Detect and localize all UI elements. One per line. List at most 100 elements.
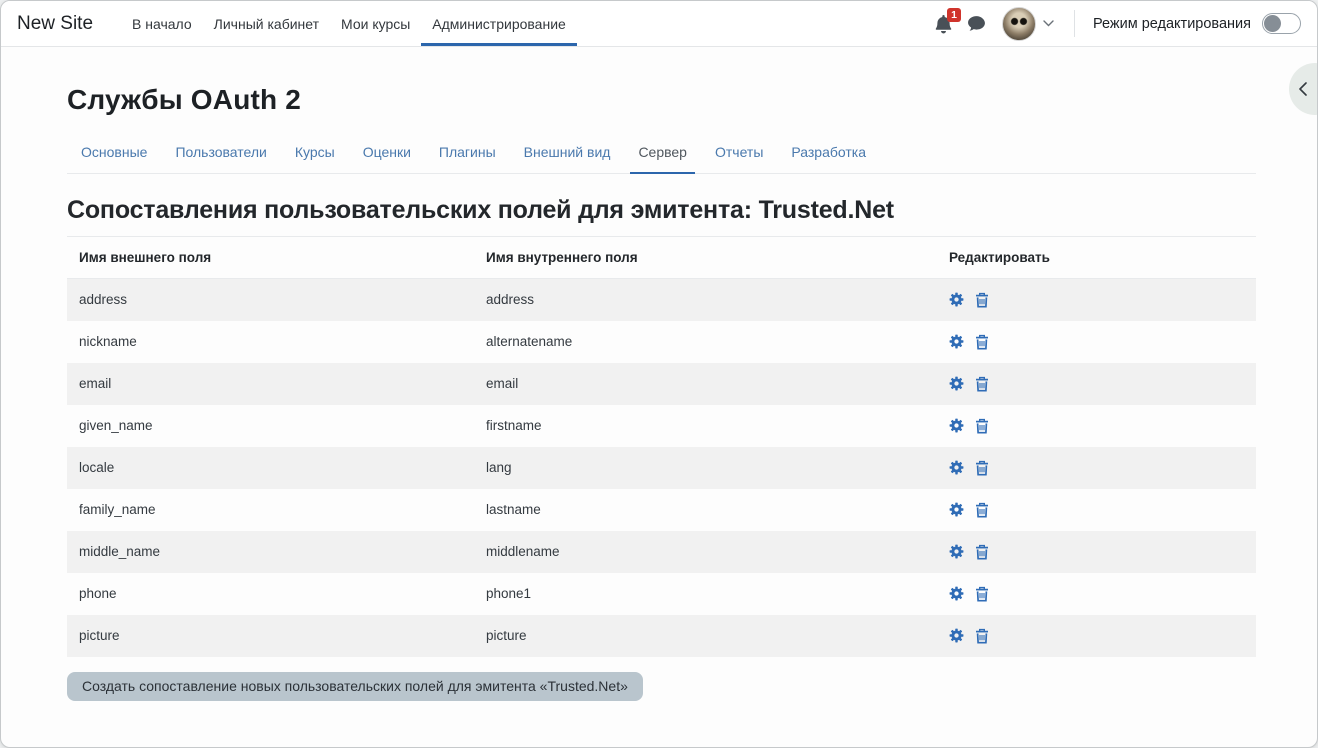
external-field-name: nickname — [67, 321, 474, 363]
create-mapping-button[interactable]: Создать сопоставление новых пользователь… — [67, 672, 643, 701]
edit-mapping-button[interactable] — [949, 628, 964, 643]
edit-mode-label: Режим редактирования — [1093, 16, 1251, 32]
row-actions — [949, 586, 1244, 602]
table-column-header: Имя внешнего поля — [67, 236, 474, 278]
trash-icon — [975, 460, 989, 476]
chevron-left-icon — [1298, 82, 1307, 96]
external-field-name: picture — [67, 615, 474, 657]
delete-mapping-button[interactable] — [975, 334, 989, 350]
external-field-name: phone — [67, 573, 474, 615]
section-heading: Сопоставления пользовательских полей для… — [67, 196, 1256, 225]
field-mapping-table: Имя внешнего поляИмя внутреннего поляРед… — [67, 236, 1256, 657]
nav-item-3[interactable]: Мои курсы — [330, 1, 421, 46]
row-actions — [949, 502, 1244, 518]
internal-field-name: address — [474, 278, 937, 321]
nav-item-1[interactable]: В начало — [121, 1, 203, 46]
nav-item-4[interactable]: Администрирование — [421, 1, 577, 46]
row-actions — [949, 460, 1244, 476]
gear-icon — [949, 334, 964, 349]
edit-mapping-button[interactable] — [949, 334, 964, 349]
table-row: middle_name middlename — [67, 531, 1256, 573]
tab-1[interactable]: Основные — [73, 144, 155, 174]
delete-mapping-button[interactable] — [975, 502, 989, 518]
edit-mapping-button[interactable] — [949, 502, 964, 517]
gear-icon — [949, 460, 964, 475]
edit-mapping-button[interactable] — [949, 586, 964, 601]
tab-5[interactable]: Плагины — [431, 144, 504, 174]
delete-mapping-button[interactable] — [975, 292, 989, 308]
table-row: phone phone1 — [67, 573, 1256, 615]
tab-8[interactable]: Отчеты — [707, 144, 771, 174]
navbar-right: 1 Режим редактирования — [934, 1, 1301, 46]
internal-field-name: lang — [474, 447, 937, 489]
internal-field-name: picture — [474, 615, 937, 657]
table-row: given_name firstname — [67, 405, 1256, 447]
row-actions — [949, 376, 1244, 392]
internal-field-name: alternatename — [474, 321, 937, 363]
table-column-header: Имя внутреннего поля — [474, 236, 937, 278]
table-header-row: Имя внешнего поляИмя внутреннего поляРед… — [67, 236, 1256, 278]
delete-mapping-button[interactable] — [975, 628, 989, 644]
edit-mode-control: Режим редактирования — [1093, 13, 1301, 34]
tab-9[interactable]: Разработка — [783, 144, 874, 174]
site-brand[interactable]: New Site — [17, 13, 93, 35]
delete-mapping-button[interactable] — [975, 586, 989, 602]
primary-nav: В началоЛичный кабинет Мои курсы Администр… — [121, 1, 577, 46]
table-row: family_name lastname — [67, 489, 1256, 531]
tab-7[interactable]: Сервер — [630, 144, 695, 174]
edit-mapping-button[interactable] — [949, 544, 964, 559]
row-actions — [949, 544, 1244, 560]
top-navbar: New Site В началоЛичный кабинет Мои курсы… — [1, 1, 1317, 47]
table-row: locale lang — [67, 447, 1256, 489]
notifications-button[interactable]: 1 — [934, 14, 953, 34]
edit-mapping-button[interactable] — [949, 376, 964, 391]
chevron-down-icon[interactable] — [1043, 20, 1054, 27]
trash-icon — [975, 628, 989, 644]
delete-mapping-button[interactable] — [975, 460, 989, 476]
gear-icon — [949, 376, 964, 391]
tab-3[interactable]: Курсы — [287, 144, 343, 174]
delete-mapping-button[interactable] — [975, 544, 989, 560]
external-field-name: email — [67, 363, 474, 405]
internal-field-name: middlename — [474, 531, 937, 573]
table-row: email email — [67, 363, 1256, 405]
gear-icon — [949, 544, 964, 559]
edit-mapping-button[interactable] — [949, 292, 964, 307]
trash-icon — [975, 292, 989, 308]
external-field-name: given_name — [67, 405, 474, 447]
internal-field-name: email — [474, 363, 937, 405]
notification-badge: 1 — [947, 8, 961, 23]
tab-2[interactable]: Пользователи — [167, 144, 274, 174]
chat-icon — [967, 15, 986, 33]
main-content: Службы OAuth 2 Основные Пользователи Курсы… — [1, 83, 1317, 701]
trash-icon — [975, 376, 989, 392]
gear-icon — [949, 628, 964, 643]
trash-icon — [975, 586, 989, 602]
nav-item-2[interactable]: Личный кабинет — [203, 1, 330, 46]
navbar-divider — [1074, 10, 1075, 37]
admin-tabs: Основные Пользователи Курсы Оценки Плагины Вн… — [67, 144, 1256, 174]
external-field-name: middle_name — [67, 531, 474, 573]
messages-button[interactable] — [967, 15, 986, 33]
trash-icon — [975, 334, 989, 350]
row-actions — [949, 418, 1244, 434]
delete-mapping-button[interactable] — [975, 376, 989, 392]
gear-icon — [949, 292, 964, 307]
tab-6[interactable]: Внешний вид — [516, 144, 619, 174]
delete-mapping-button[interactable] — [975, 418, 989, 434]
edit-mode-toggle[interactable] — [1262, 13, 1301, 34]
table-row: picture picture — [67, 615, 1256, 657]
row-actions — [949, 292, 1244, 308]
page-title: Службы OAuth 2 — [67, 83, 1256, 117]
user-avatar[interactable] — [1002, 7, 1036, 41]
table-row: nickname alternatename — [67, 321, 1256, 363]
edit-mapping-button[interactable] — [949, 460, 964, 475]
edit-mapping-button[interactable] — [949, 418, 964, 433]
toggle-knob — [1264, 15, 1281, 32]
trash-icon — [975, 418, 989, 434]
gear-icon — [949, 418, 964, 433]
tab-4[interactable]: Оценки — [355, 144, 419, 174]
trash-icon — [975, 544, 989, 560]
trash-icon — [975, 502, 989, 518]
nav-item-label: Мои курсы — [341, 16, 410, 32]
